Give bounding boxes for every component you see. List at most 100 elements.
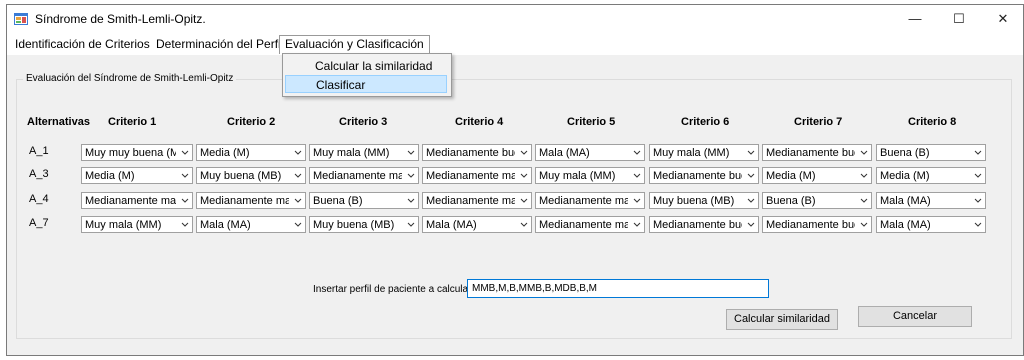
combobox-value: Media (M) xyxy=(200,147,250,159)
combobox-value: Medianamente mala xyxy=(313,170,402,182)
criterion-combobox[interactable]: Medianamente mala xyxy=(309,167,419,184)
criterion-combobox[interactable]: Medianamente mala xyxy=(422,192,532,209)
chevron-down-icon[interactable] xyxy=(857,217,871,232)
criterion-combobox[interactable]: Muy mala (MM) xyxy=(309,144,419,161)
criterion-combobox[interactable]: Medianamente buen xyxy=(762,216,872,233)
criterion-combobox[interactable]: Buena (B) xyxy=(876,144,986,161)
criterion-combobox[interactable]: Medianamente mala xyxy=(535,216,645,233)
criterion-combobox[interactable]: Medianamente buen xyxy=(762,144,872,161)
menu-item-calcular-similaridad[interactable]: Calcular la similaridad xyxy=(285,57,447,75)
chevron-down-icon[interactable] xyxy=(857,193,871,208)
criterion-combobox[interactable]: Muy mala (MM) xyxy=(81,216,193,233)
maximize-button[interactable]: ☐ xyxy=(937,5,981,33)
criterion-combobox[interactable]: Mala (MA) xyxy=(422,216,532,233)
chevron-down-icon[interactable] xyxy=(517,193,531,208)
chevron-down-icon[interactable] xyxy=(857,168,871,183)
chevron-down-icon[interactable] xyxy=(971,145,985,160)
criterion-combobox[interactable]: Medianamente mala xyxy=(196,192,306,209)
criterion-combobox[interactable]: Muy muy buena (MM xyxy=(81,144,193,161)
chevron-down-icon[interactable] xyxy=(404,145,418,160)
chevron-down-icon[interactable] xyxy=(178,217,192,232)
chevron-down-icon[interactable] xyxy=(178,145,192,160)
criterion-combobox[interactable]: Medianamente buen xyxy=(649,216,759,233)
criterion-combobox[interactable]: Media (M) xyxy=(196,144,306,161)
chevron-down-icon[interactable] xyxy=(291,145,305,160)
combobox-value: Media (M) xyxy=(880,170,930,182)
chevron-down-icon[interactable] xyxy=(291,193,305,208)
title-bar[interactable]: Síndrome de Smith-Lemli-Opitz. — ☐ ✕ xyxy=(7,5,1023,33)
chevron-down-icon[interactable] xyxy=(971,168,985,183)
chevron-down-icon[interactable] xyxy=(744,145,758,160)
criterion-combobox[interactable]: Muy buena (MB) xyxy=(309,216,419,233)
criterion-combobox[interactable]: Mala (MA) xyxy=(196,216,306,233)
close-button[interactable]: ✕ xyxy=(981,5,1024,33)
chevron-down-icon[interactable] xyxy=(404,168,418,183)
criterion-combobox[interactable]: Medianamente mala xyxy=(535,192,645,209)
criterion-header: Criterio 8 xyxy=(908,116,957,128)
criterion-combobox[interactable]: Media (M) xyxy=(81,167,193,184)
menu-item-clasificar[interactable]: Clasificar xyxy=(285,75,447,93)
criterion-combobox[interactable]: Muy buena (MB) xyxy=(649,192,759,209)
criterion-combobox[interactable]: Medianamente buen xyxy=(422,144,532,161)
chevron-down-icon[interactable] xyxy=(744,193,758,208)
chevron-down-icon[interactable] xyxy=(517,217,531,232)
combobox-value: Medianamente buen xyxy=(653,219,742,231)
criterion-combobox[interactable]: Medianamente mala xyxy=(422,167,532,184)
criterion-combobox[interactable]: Muy mala (MM) xyxy=(535,167,645,184)
criterion-combobox[interactable]: Medianamente mala xyxy=(81,192,193,209)
combobox-value: Muy mala (MM) xyxy=(653,147,730,159)
criterion-combobox[interactable]: Media (M) xyxy=(876,167,986,184)
chevron-down-icon[interactable] xyxy=(517,168,531,183)
chevron-down-icon[interactable] xyxy=(517,145,531,160)
criterion-header: Criterio 7 xyxy=(794,116,843,128)
chevron-down-icon[interactable] xyxy=(178,168,192,183)
combobox-value: Medianamente mala xyxy=(539,219,628,231)
chevron-down-icon[interactable] xyxy=(404,217,418,232)
alternative-label: A_1 xyxy=(29,145,49,157)
criterion-combobox[interactable]: Media (M) xyxy=(762,167,872,184)
criterion-header: Criterio 5 xyxy=(567,116,616,128)
evaluation-groupbox: Evaluación del Síndrome de Smith-Lemli-O… xyxy=(16,73,1012,339)
criterion-header: Criterio 4 xyxy=(455,116,504,128)
calculate-similarity-button[interactable]: Calcular similaridad xyxy=(726,309,838,330)
cancel-button[interactable]: Cancelar xyxy=(858,306,972,327)
criterion-combobox[interactable]: Muy mala (MM) xyxy=(649,144,759,161)
profile-input[interactable] xyxy=(467,279,769,298)
app-window-icon xyxy=(14,13,28,25)
chevron-down-icon[interactable] xyxy=(630,217,644,232)
chevron-down-icon[interactable] xyxy=(630,145,644,160)
combobox-value: Muy muy buena (MM xyxy=(85,147,176,159)
chevron-down-icon[interactable] xyxy=(630,168,644,183)
evaluacion-dropdown-menu: Calcular la similaridad Clasificar xyxy=(282,53,452,97)
chevron-down-icon[interactable] xyxy=(971,193,985,208)
combobox-value: Medianamente buen xyxy=(766,219,855,231)
chevron-down-icon[interactable] xyxy=(404,193,418,208)
chevron-down-icon[interactable] xyxy=(744,217,758,232)
criterion-combobox[interactable]: Mala (MA) xyxy=(876,216,986,233)
chevron-down-icon[interactable] xyxy=(291,217,305,232)
chevron-down-icon[interactable] xyxy=(291,168,305,183)
criterion-combobox[interactable]: Muy buena (MB) xyxy=(196,167,306,184)
criterion-combobox[interactable]: Buena (B) xyxy=(762,192,872,209)
alternatives-header: Alternativas xyxy=(27,116,90,128)
combobox-value: Buena (B) xyxy=(313,195,363,207)
criterion-header: Criterio 2 xyxy=(227,116,276,128)
chevron-down-icon[interactable] xyxy=(630,193,644,208)
menu-identificacion[interactable]: Identificación de Criterios xyxy=(10,36,155,53)
combobox-value: Media (M) xyxy=(766,170,816,182)
chevron-down-icon[interactable] xyxy=(971,217,985,232)
combobox-value: Buena (B) xyxy=(766,195,816,207)
combobox-value: Buena (B) xyxy=(880,147,930,159)
chevron-down-icon[interactable] xyxy=(178,193,192,208)
chevron-down-icon[interactable] xyxy=(744,168,758,183)
combobox-value: Mala (MA) xyxy=(539,147,590,159)
combobox-value: Mala (MA) xyxy=(880,219,931,231)
chevron-down-icon[interactable] xyxy=(857,145,871,160)
menu-determinacion[interactable]: Determinación del Perfil xyxy=(151,36,288,53)
minimize-button[interactable]: — xyxy=(893,5,937,33)
criterion-combobox[interactable]: Medianamente buen xyxy=(649,167,759,184)
criterion-combobox[interactable]: Mala (MA) xyxy=(876,192,986,209)
criterion-combobox[interactable]: Mala (MA) xyxy=(535,144,645,161)
criterion-combobox[interactable]: Buena (B) xyxy=(309,192,419,209)
menu-evaluacion[interactable]: Evaluación y Clasificación xyxy=(279,35,430,54)
